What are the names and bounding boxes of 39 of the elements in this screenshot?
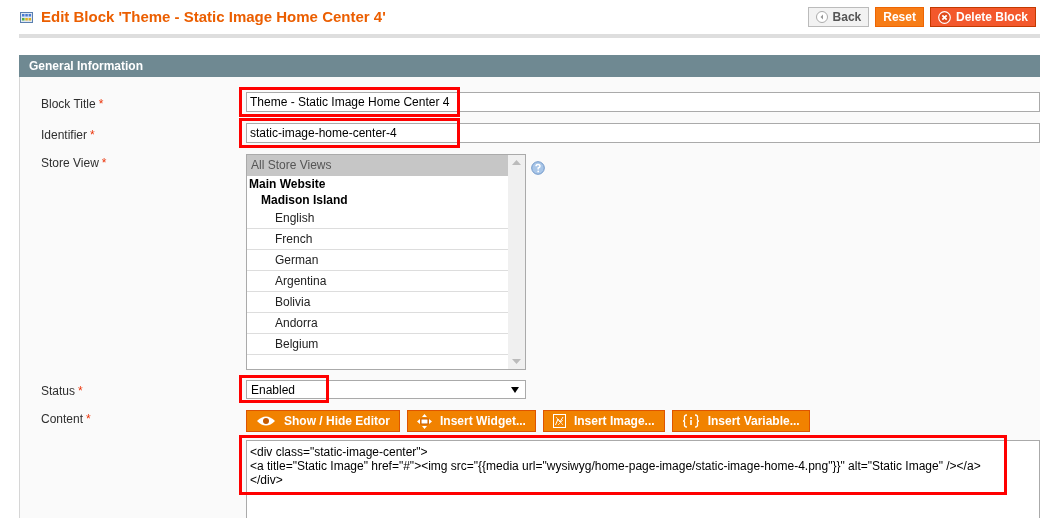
braces-icon xyxy=(681,414,700,428)
required-mark: * xyxy=(98,97,104,111)
field-label: Content xyxy=(41,412,84,426)
scroll-down-icon xyxy=(512,359,521,364)
list-option[interactable]: English xyxy=(247,208,508,229)
list-option[interactable]: French xyxy=(247,229,508,250)
text-field[interactable]: static-image-home-center-4 xyxy=(246,123,1040,143)
eye-icon xyxy=(256,415,276,427)
section-title: General Information xyxy=(29,58,144,75)
field-label: Block Title xyxy=(41,97,96,111)
move-arrows-icon xyxy=(417,413,432,429)
option-group-label: Madison Island xyxy=(260,192,349,208)
field-label: Store View xyxy=(41,156,99,170)
text-field[interactable]: Theme - Static Image Home Center 4 xyxy=(246,92,1040,112)
scrollbar[interactable] xyxy=(508,155,525,369)
status-select[interactable]: Enabled xyxy=(246,380,526,399)
required-mark: * xyxy=(101,156,107,170)
page-title: Edit Block 'Theme - Static Image Home Center 4' xyxy=(41,6,386,27)
list-option[interactable]: German xyxy=(247,250,508,271)
field-label: Status xyxy=(41,384,76,398)
code-textarea[interactable]: <div class="static-image-center"> <a title="Static Image" href="#"><img src="{{media url="wysiwyg/home-page-image/static-image-home-4.png"}}" alt="Static Image" /></a> </div> xyxy=(246,440,1040,518)
option-group-label: Main Website xyxy=(248,176,327,192)
dropdown-caret-icon xyxy=(511,386,519,393)
store-view-list[interactable]: All Store Views Main Website Madison Island English French German Argentina Bolivia Andorra Belgium xyxy=(246,154,526,370)
close-circle-icon xyxy=(937,10,951,24)
list-option[interactable]: All Store Views xyxy=(247,155,508,176)
required-mark: * xyxy=(86,412,91,426)
list-option[interactable]: Belgium xyxy=(247,334,508,355)
scroll-up-icon xyxy=(512,160,521,165)
field-label: Identifier xyxy=(41,128,88,142)
help-icon xyxy=(531,161,545,175)
grid-icon xyxy=(20,11,33,23)
header-button[interactable]: Back xyxy=(807,7,870,27)
list-option[interactable]: Andorra xyxy=(247,313,508,334)
list-option[interactable]: Argentina xyxy=(247,271,508,292)
image-icon xyxy=(552,414,566,428)
required-mark: * xyxy=(78,384,83,398)
required-mark: * xyxy=(90,128,95,142)
list-option[interactable]: Bolivia xyxy=(247,292,508,313)
